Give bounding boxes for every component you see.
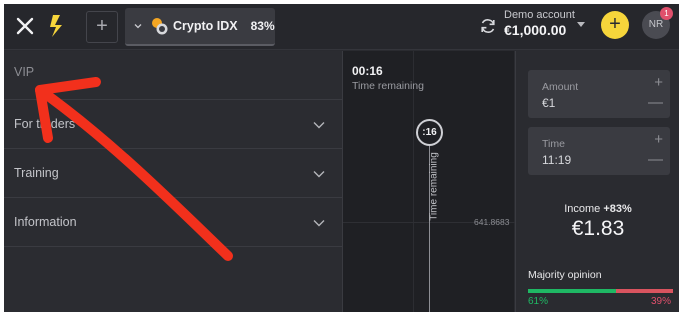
amount-value[interactable]: €1 — [542, 96, 555, 110]
menu-item-vip[interactable]: VIP — [4, 51, 342, 100]
top-bar: + Crypto IDX 83% Demo account €1,000.00 — [4, 4, 679, 50]
price-chart[interactable]: 00:16 Time remaining :16 Time remaining … — [342, 51, 515, 312]
majority-opinion-label: Majority opinion — [528, 269, 602, 281]
income-percent: +83% — [603, 203, 632, 215]
amount-label: Amount — [542, 81, 579, 93]
menu-item-label: VIP — [14, 65, 35, 79]
time-remaining-label: Time remaining — [352, 80, 424, 92]
account-balance: €1,000.00 — [504, 22, 567, 38]
asset-payout: 83% — [250, 19, 275, 33]
caret-down-icon[interactable] — [577, 22, 585, 28]
menu-item-for-traders[interactable]: For traders — [4, 100, 342, 149]
chevron-down-icon — [313, 220, 325, 227]
chevron-down-icon — [313, 171, 325, 178]
account-label: Demo account — [504, 9, 575, 21]
app-frame: + Crypto IDX 83% Demo account €1,000.00 — [4, 4, 679, 312]
menu-item-label: Information — [14, 215, 77, 229]
logo-icon — [50, 15, 62, 37]
asset-tab[interactable]: Crypto IDX 83% — [125, 8, 275, 46]
amount-decrease-button[interactable]: — — [648, 94, 663, 111]
chevron-down-icon — [313, 122, 325, 129]
notification-badge: 1 — [660, 7, 673, 20]
time-decrease-button[interactable]: — — [648, 151, 663, 168]
time-label: Time — [542, 138, 565, 150]
majority-up-fill — [528, 289, 617, 293]
majority-opinion-bar — [528, 289, 673, 293]
amount-field[interactable]: Amount €1 + — — [528, 70, 670, 118]
menu-item-label: Training — [14, 166, 59, 180]
majority-down-percent: 39% — [651, 296, 672, 307]
menu-item-label: For traders — [14, 117, 76, 131]
chevron-down-icon — [134, 24, 142, 29]
income-label: Income — [564, 203, 601, 215]
income-row: Income +83% — [516, 203, 679, 215]
time-field[interactable]: Time 11:19 + — — [528, 127, 670, 175]
current-price: 641.8683 — [474, 217, 510, 227]
crypto-asset-icon — [152, 18, 168, 35]
time-increase-button[interactable]: + — [654, 131, 663, 148]
close-icon[interactable] — [14, 15, 36, 37]
time-remaining-value: 00:16 — [352, 64, 383, 78]
amount-increase-button[interactable]: + — [654, 74, 663, 91]
menu-item-information[interactable]: Information — [4, 198, 342, 247]
asset-name: Crypto IDX — [173, 19, 238, 33]
add-tab-button[interactable]: + — [86, 11, 118, 43]
side-menu: VIP For traders Training Information — [4, 51, 342, 312]
deposit-button[interactable]: + — [601, 11, 629, 39]
time-value[interactable]: 11:19 — [542, 153, 571, 167]
majority-up-percent: 61% — [528, 296, 549, 307]
income-amount: €1.83 — [571, 217, 625, 240]
expiry-vertical-label: Time remaining — [428, 152, 440, 221]
refresh-icon[interactable] — [479, 17, 497, 35]
account-selector[interactable]: Demo account €1,000.00 — [504, 9, 575, 38]
trade-panel: Amount €1 + — Time 11:19 + — Income +83%… — [515, 51, 679, 312]
menu-item-training[interactable]: Training — [4, 149, 342, 198]
